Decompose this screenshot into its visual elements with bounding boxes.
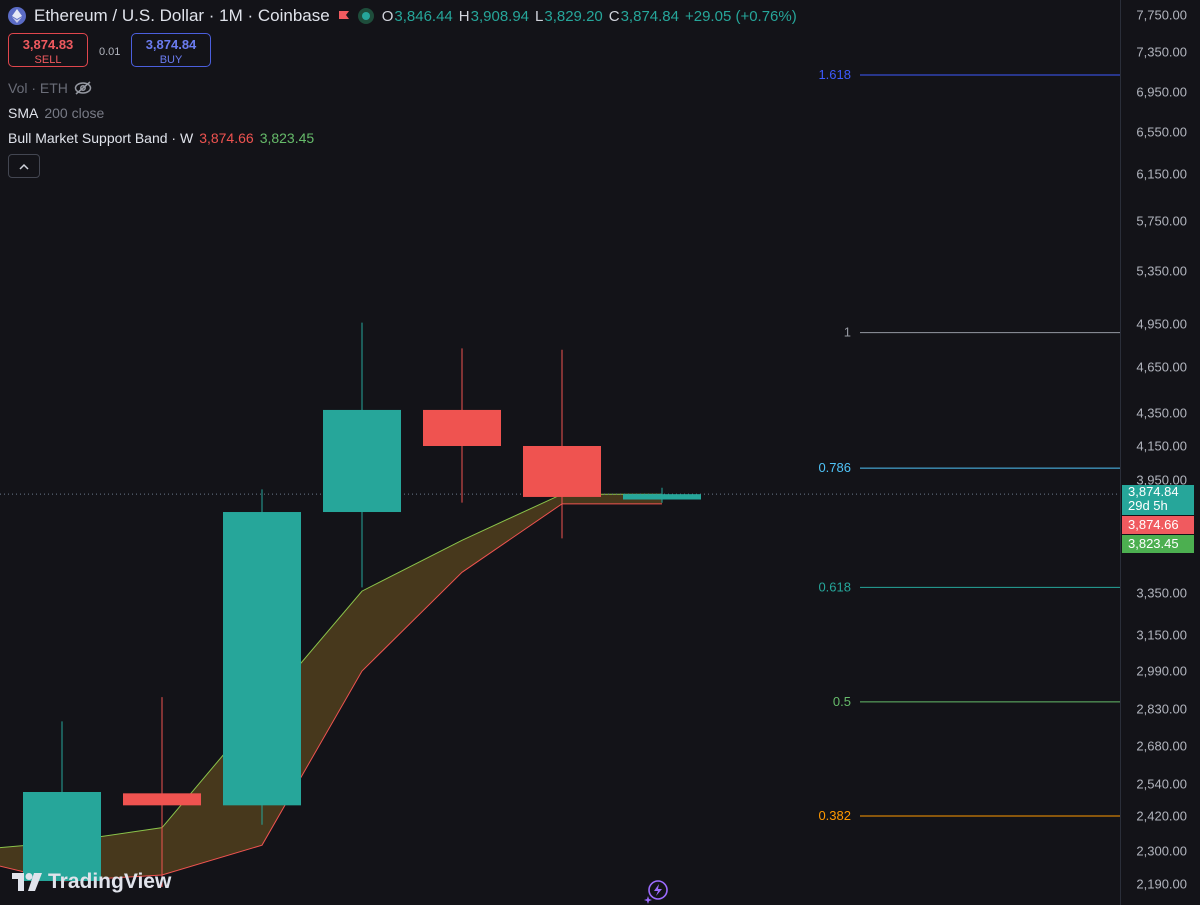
price-axis[interactable]: 7,750.00 7,350.00 6,950.00 6,550.00 6,150.00… — [1120, 0, 1200, 905]
band-lower-price-tag: 3,823.45 — [1122, 535, 1194, 554]
candle-body — [523, 446, 601, 497]
buy-button[interactable]: 3,874.84 BUY — [131, 33, 211, 67]
open-value: 3,846.44 — [394, 7, 453, 25]
spread-value: 0.01 — [99, 46, 121, 58]
axis-tick-label: 5,750.00 — [1136, 213, 1187, 229]
fib-level-label: 0.786 — [818, 460, 851, 475]
chart-header: Ethereum / U.S. Dollar · 1M · Coinbase O… — [8, 4, 797, 28]
low-key: L — [535, 7, 544, 25]
axis-tick-label: 2,300.00 — [1136, 843, 1187, 859]
bmsb-value-2: 3,823.45 — [259, 130, 315, 146]
hidden-eye-icon[interactable] — [74, 81, 92, 95]
axis-tick-label: 4,350.00 — [1136, 405, 1187, 421]
axis-tick-label: 2,830.00 — [1136, 701, 1187, 717]
flag-icon[interactable] — [338, 10, 350, 22]
sell-label: SELL — [34, 54, 62, 66]
tradingview-logo-icon — [12, 873, 42, 891]
high-key: H — [458, 7, 470, 25]
axis-tick-label: 5,350.00 — [1136, 263, 1187, 279]
axis-tick-label: 3,150.00 — [1136, 627, 1187, 643]
candle-body — [223, 512, 301, 806]
axis-tick-label: 6,950.00 — [1136, 84, 1187, 100]
axis-tick-label: 4,950.00 — [1136, 316, 1187, 332]
chevron-up-icon — [19, 163, 29, 170]
collapse-legend-button[interactable] — [8, 154, 40, 178]
change-value: +29.05 (+0.76%) — [684, 7, 797, 25]
bmsb-legend[interactable]: Bull Market Support Band · W 3,874.66 3,… — [8, 130, 314, 146]
fib-level-label: 0.382 — [818, 808, 851, 823]
axis-tick-label: 6,550.00 — [1136, 124, 1187, 140]
open-key: O — [381, 7, 394, 25]
ohlc-values: O3,846.44 H3,908.94 L3,829.20 C3,874.84 … — [382, 8, 797, 25]
axis-tick-label: 2,990.00 — [1136, 663, 1187, 679]
fib-level-label: 0.5 — [833, 694, 851, 709]
axis-tick-label: 2,540.00 — [1136, 776, 1187, 792]
bmsb-name: Bull Market Support Band · W — [8, 130, 194, 146]
fib-level-label: 1 — [844, 325, 851, 340]
axis-tick-label: 6,150.00 — [1136, 166, 1187, 182]
close-value: 3,874.84 — [620, 7, 679, 25]
buy-price: 3,874.84 — [145, 37, 197, 52]
low-value: 3,829.20 — [544, 7, 603, 25]
band-upper-price-tag: 3,874.66 — [1122, 516, 1194, 535]
last-price-tag: 3,874.84 29d 5h — [1122, 485, 1194, 516]
market-open-icon — [357, 8, 374, 24]
candle-body — [423, 409, 501, 446]
bmsb-value-1: 3,874.66 — [199, 130, 254, 146]
axis-tick-label: 2,190.00 — [1136, 876, 1187, 892]
fib-level-label: 0.618 — [818, 579, 851, 594]
candle-body — [123, 793, 201, 806]
sma-name: SMA — [8, 105, 39, 121]
candle-body — [23, 792, 101, 881]
sell-button[interactable]: 3,874.83 SELL — [8, 33, 88, 67]
axis-tick-label: 2,680.00 — [1136, 738, 1187, 754]
axis-tick-label: 3,350.00 — [1136, 585, 1187, 601]
ethereum-icon — [8, 7, 26, 25]
candle-body — [623, 494, 701, 500]
candle-body — [323, 409, 401, 513]
volume-label: Vol · ETH — [8, 80, 68, 96]
axis-tick-label: 4,150.00 — [1136, 438, 1187, 454]
volume-legend[interactable]: Vol · ETH — [8, 80, 92, 96]
tradingview-logo[interactable]: TradingView — [12, 870, 171, 894]
axis-tick-label: 7,750.00 — [1136, 7, 1187, 23]
tradingview-logo-text: TradingView — [48, 870, 172, 893]
axis-tick-label: 4,650.00 — [1136, 359, 1187, 375]
axis-tick-label: 7,350.00 — [1136, 44, 1187, 60]
close-key: C — [608, 7, 620, 25]
buy-label: BUY — [159, 54, 183, 66]
high-value: 3,908.94 — [470, 7, 530, 25]
symbol-title[interactable]: Ethereum / U.S. Dollar · 1M · Coinbase — [34, 6, 330, 26]
fib-level-label: 1.618 — [818, 67, 851, 82]
lightning-icon[interactable] — [644, 878, 670, 904]
sell-price: 3,874.83 — [22, 37, 74, 52]
sma-legend[interactable]: SMA 200 close — [8, 105, 104, 121]
sma-args: 200 close — [44, 105, 105, 121]
axis-tick-label: 2,420.00 — [1136, 808, 1187, 824]
